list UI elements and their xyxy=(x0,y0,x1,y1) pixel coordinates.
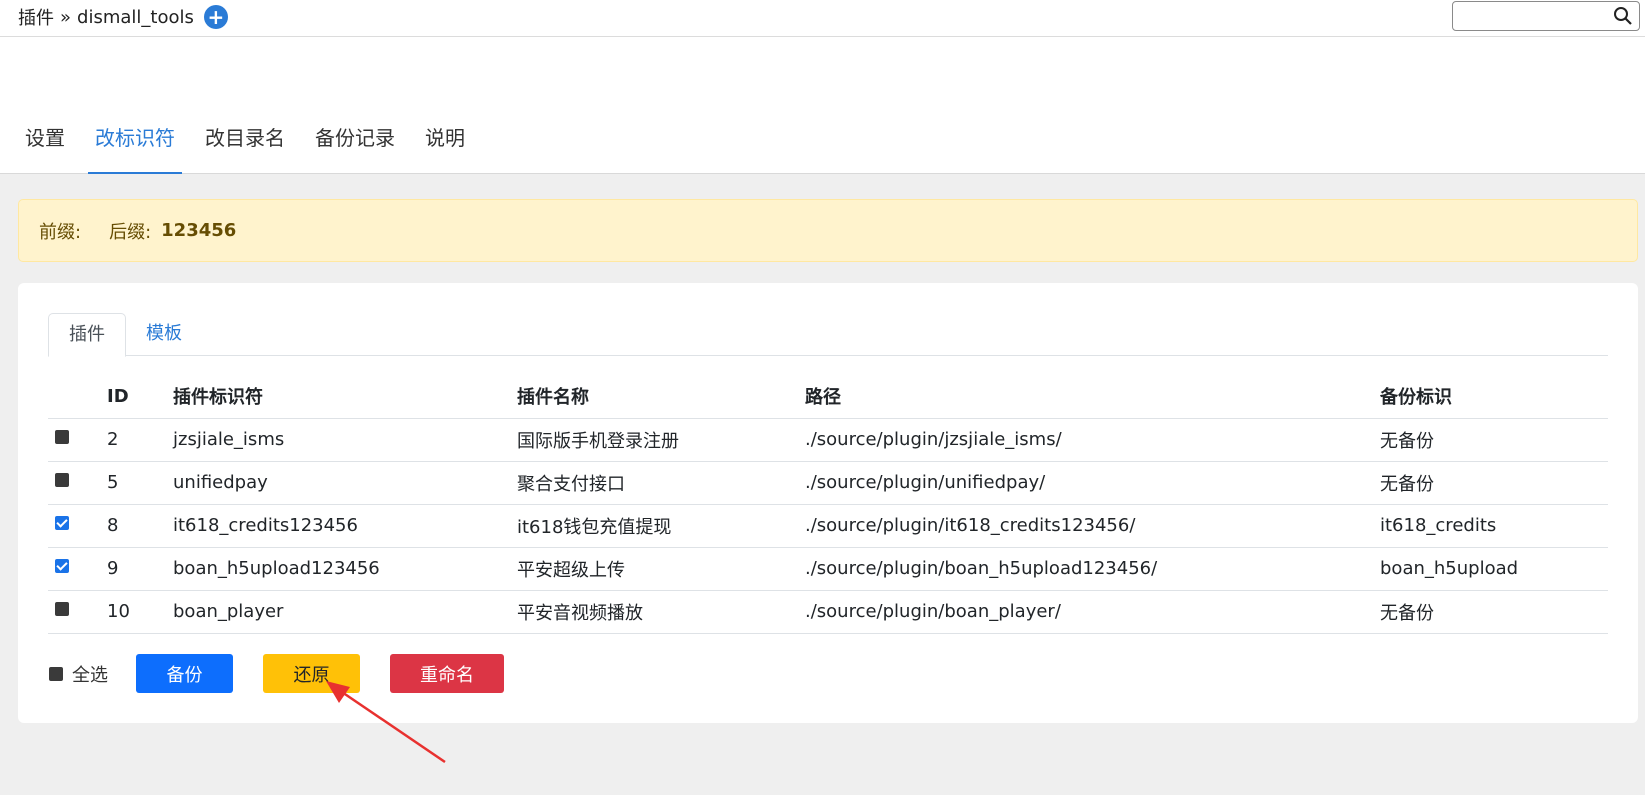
search-box xyxy=(1452,1,1640,31)
plus-circle-icon[interactable]: + xyxy=(203,5,228,29)
breadcrumb-root[interactable]: 插件 xyxy=(18,4,54,30)
row-identifier: boan_h5upload123456 xyxy=(167,547,511,591)
row-path: ./source/plugin/jzsjiale_isms/ xyxy=(799,418,1374,462)
prefix-label: 前缀: xyxy=(39,221,82,243)
annotation-arrow-icon xyxy=(326,681,446,764)
row-id: 2 xyxy=(101,418,167,462)
tab-settings[interactable]: 设置 xyxy=(0,123,80,174)
search-input[interactable] xyxy=(1459,2,1609,30)
plugin-table: ID 插件标识符 插件名称 路径 备份标识 2 jzsjiale_isms 国际版手… xyxy=(48,375,1608,634)
row-identifier: boan_player xyxy=(167,590,511,634)
row-id: 8 xyxy=(101,504,167,548)
select-all-checkbox[interactable] xyxy=(49,666,63,681)
breadcrumb-current: dismall_tools xyxy=(77,6,194,28)
row-checkbox-cell xyxy=(48,461,101,505)
table-header-row: ID 插件标识符 插件名称 路径 备份标识 xyxy=(48,375,1608,419)
row-checkbox[interactable] xyxy=(55,473,69,487)
top-bar: 插件 » dismall_tools + xyxy=(0,0,1645,37)
row-checkbox-cell xyxy=(48,418,101,462)
subtab-plugins[interactable]: 插件 xyxy=(48,313,126,357)
breadcrumb-separator: » xyxy=(60,6,72,28)
row-path: ./source/plugin/it618_credits123456/ xyxy=(799,504,1374,548)
row-backup: 无备份 xyxy=(1374,418,1608,462)
table-row: 8 it618_credits123456 it618钱包充值提现 ./source/… xyxy=(48,504,1608,548)
table-row: 2 jzsjiale_isms 国际版手机登录注册 ./source/plugin/j… xyxy=(48,418,1608,462)
header-identifier: 插件标识符 xyxy=(167,375,511,419)
tab-help[interactable]: 说明 xyxy=(410,123,480,174)
row-path: ./source/plugin/boan_player/ xyxy=(799,590,1374,634)
tab-backup-records[interactable]: 备份记录 xyxy=(300,123,410,174)
row-backup: 无备份 xyxy=(1374,461,1608,505)
row-checkbox[interactable] xyxy=(55,516,69,530)
sub-tabs: 插件 模板 xyxy=(48,313,1608,357)
nav-area: 设置 改标识符 改目录名 备份记录 说明 xyxy=(0,37,1645,174)
nav-tabs: 设置 改标识符 改目录名 备份记录 说明 xyxy=(0,123,480,174)
select-all[interactable]: 全选 xyxy=(48,661,136,687)
row-checkbox-cell xyxy=(48,504,101,548)
suffix-label: 后缀: xyxy=(109,221,152,243)
table-row: 5 unifiedpay 聚合支付接口 ./source/plugin/unified… xyxy=(48,461,1608,505)
row-name: it618钱包充值提现 xyxy=(511,504,799,548)
tab-change-identifier[interactable]: 改标识符 xyxy=(88,123,182,174)
row-name: 平安音视频播放 xyxy=(511,590,799,634)
header-checkbox-col xyxy=(48,375,101,419)
row-identifier: unifiedpay xyxy=(167,461,511,505)
row-identifier: jzsjiale_isms xyxy=(167,418,511,462)
plugin-card: 插件 模板 ID 插件标识符 插件名称 路径 备份标识 2 jzsjiale_is… xyxy=(18,283,1638,723)
row-id: 10 xyxy=(101,590,167,634)
row-name: 平安超级上传 xyxy=(511,547,799,591)
row-name: 国际版手机登录注册 xyxy=(511,418,799,462)
row-name: 聚合支付接口 xyxy=(511,461,799,505)
search-icon[interactable] xyxy=(1613,6,1633,26)
row-path: ./source/plugin/boan_h5upload123456/ xyxy=(799,547,1374,591)
backup-button[interactable]: 备份 xyxy=(136,654,233,693)
affix-alert: 前缀: 后缀: 123456 xyxy=(18,199,1638,262)
row-backup: boan_h5upload xyxy=(1374,547,1608,591)
subtab-templates[interactable]: 模板 xyxy=(126,313,202,356)
row-checkbox-cell xyxy=(48,590,101,634)
row-checkbox[interactable] xyxy=(55,602,69,616)
header-name: 插件名称 xyxy=(511,375,799,419)
row-checkbox[interactable] xyxy=(55,559,69,573)
suffix-value: 123456 xyxy=(161,220,237,241)
tab-rename-directory[interactable]: 改目录名 xyxy=(190,123,300,174)
table-row: 9 boan_h5upload123456 平安超级上传 ./source/plugi… xyxy=(48,547,1608,591)
row-id: 5 xyxy=(101,461,167,505)
select-all-label: 全选 xyxy=(72,664,108,686)
row-checkbox-cell xyxy=(48,547,101,591)
row-backup: 无备份 xyxy=(1374,590,1608,634)
row-id: 9 xyxy=(101,547,167,591)
row-checkbox[interactable] xyxy=(55,430,69,444)
breadcrumb: 插件 » dismall_tools + xyxy=(18,4,228,30)
row-backup: it618_credits xyxy=(1374,504,1608,548)
header-path: 路径 xyxy=(799,375,1374,419)
row-path: ./source/plugin/unifiedpay/ xyxy=(799,461,1374,505)
header-backup: 备份标识 xyxy=(1374,375,1608,419)
header-id: ID xyxy=(101,375,167,419)
table-row: 10 boan_player 平安音视频播放 ./source/plugin/boan… xyxy=(48,590,1608,634)
row-identifier: it618_credits123456 xyxy=(167,504,511,548)
